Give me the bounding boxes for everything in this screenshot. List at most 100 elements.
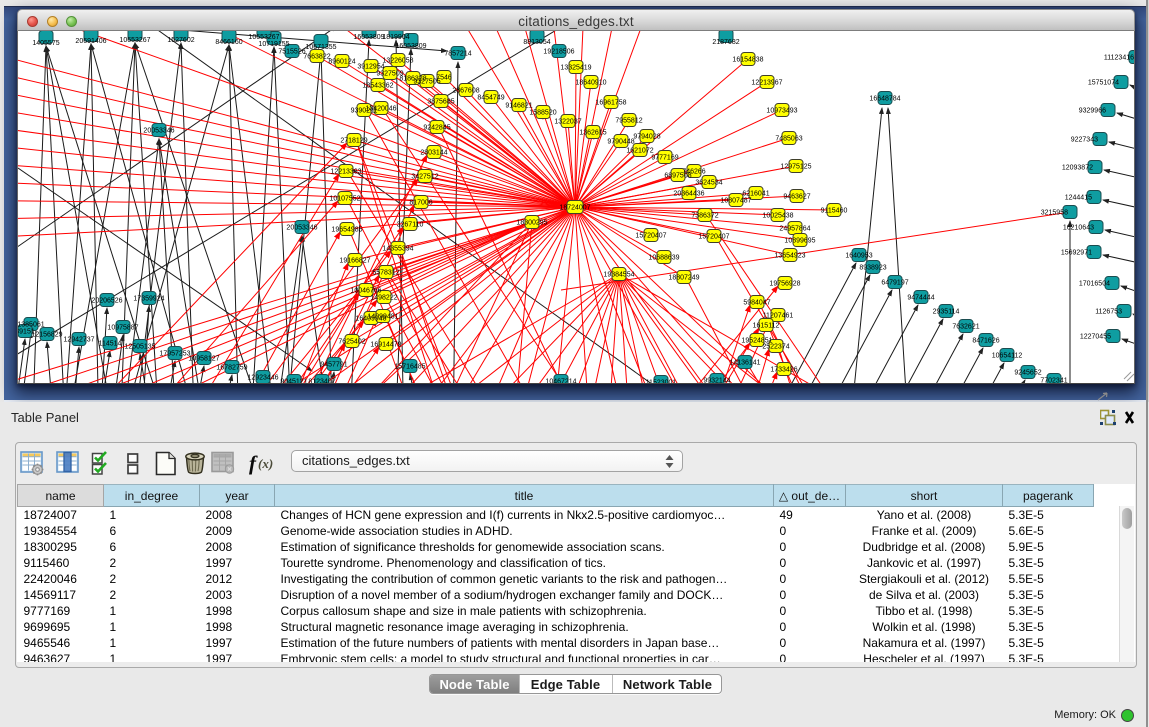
svg-text:2803144: 2803144 [420, 150, 447, 157]
svg-text:16782759: 16782759 [216, 365, 247, 372]
svg-text:14355394: 14355394 [382, 246, 413, 253]
svg-text:1615112: 1615112 [753, 323, 780, 330]
svg-text:10653267: 10653267 [248, 34, 279, 41]
svg-text:14136141: 14136141 [729, 360, 760, 367]
svg-text:3912954: 3912954 [357, 64, 384, 71]
svg-text:10975887: 10975887 [107, 325, 138, 332]
svg-text:12975125: 12975125 [780, 164, 811, 171]
svg-text:12213967: 12213967 [751, 80, 782, 87]
svg-text:1362615: 1362615 [579, 130, 606, 137]
svg-text:7485063: 7485063 [775, 136, 802, 143]
svg-text:10467214: 10467214 [545, 379, 576, 385]
svg-text:10046766: 10046766 [350, 288, 381, 295]
svg-text:16053809: 16053809 [395, 43, 426, 50]
svg-text:12156829: 12156829 [31, 332, 62, 339]
svg-text:114514: 114514 [99, 341, 122, 348]
svg-text:19654985: 19654985 [331, 227, 362, 234]
svg-text:12923446: 12923446 [247, 375, 278, 382]
svg-text:17359924: 17359924 [133, 296, 164, 303]
svg-text:10973493: 10973493 [766, 108, 797, 115]
svg-text:9045121: 9045121 [280, 379, 307, 385]
svg-text:(x): (x) [258, 456, 273, 471]
svg-text:3875685: 3875685 [427, 99, 454, 106]
svg-text:11523001: 11523001 [646, 380, 677, 385]
svg-text:9390211: 9390211 [351, 108, 378, 115]
svg-text:18543362: 18543362 [362, 83, 393, 90]
svg-text:10107552: 10107552 [329, 196, 360, 203]
svg-text:18300295: 18300295 [516, 220, 547, 227]
svg-text:7857214: 7857214 [444, 51, 471, 58]
svg-text:2718129: 2718129 [340, 138, 367, 145]
svg-text:13226058: 13226058 [382, 58, 413, 65]
svg-text:12505135: 12505135 [124, 344, 155, 351]
svg-text:13325419: 13325419 [560, 65, 591, 72]
svg-text:16154838: 16154838 [732, 57, 763, 64]
svg-text:9227343: 9227343 [1071, 137, 1098, 144]
svg-text:9777169: 9777169 [651, 155, 678, 162]
svg-text:12213363: 12213363 [330, 169, 361, 176]
svg-text:10899695: 10899695 [784, 238, 815, 245]
svg-text:1405575: 1405575 [32, 40, 59, 47]
svg-text:746266: 746266 [682, 169, 705, 176]
svg-text:11207461: 11207461 [763, 313, 794, 320]
svg-text:5984047: 5984047 [743, 300, 770, 307]
svg-text:13654923: 13654923 [774, 253, 805, 260]
svg-text:8123407: 8123407 [308, 379, 335, 385]
svg-text:7955812: 7955812 [615, 118, 642, 125]
svg-text:16053809: 16053809 [353, 34, 384, 41]
svg-text:9115460: 9115460 [821, 208, 848, 215]
svg-text:20053346: 20053346 [286, 225, 317, 232]
svg-text:9794028: 9794028 [633, 134, 660, 141]
svg-text:9932144: 9932144 [703, 378, 730, 385]
svg-text:12942737: 12942737 [63, 337, 94, 344]
svg-text:19166827: 19166827 [339, 258, 370, 265]
svg-text:1498222: 1498222 [370, 295, 397, 302]
svg-text:7702341: 7702341 [1040, 378, 1067, 385]
svg-text:10653267: 10653267 [119, 37, 150, 44]
svg-text:17957253: 17957253 [159, 351, 190, 358]
svg-text:3624534: 3624534 [695, 180, 722, 187]
svg-text:15692971: 15692971 [1061, 250, 1092, 257]
svg-text:10719155: 10719155 [258, 41, 289, 48]
svg-text:10671355: 10671355 [305, 44, 336, 51]
svg-text:17016504: 17016504 [1079, 281, 1110, 288]
svg-text:1640953: 1640953 [845, 253, 872, 260]
svg-text:9457791: 9457791 [320, 362, 347, 369]
svg-text:11123416: 11123416 [1104, 55, 1134, 62]
svg-text:9146821: 9146821 [505, 103, 532, 110]
svg-text:7625402: 7625402 [338, 339, 365, 346]
svg-text:19218506: 19218506 [543, 49, 574, 56]
svg-text:1527602: 1527602 [167, 37, 194, 44]
svg-text:7546: 7546 [436, 75, 452, 82]
svg-text:16210643: 16210643 [1063, 225, 1094, 232]
svg-text:18640910: 18640910 [575, 80, 606, 87]
svg-text:15720407: 15720407 [635, 233, 666, 240]
svg-text:7663822: 7663822 [303, 54, 330, 61]
svg-text:19756928: 19756928 [769, 281, 800, 288]
svg-text:18807249: 18807249 [668, 275, 699, 282]
svg-text:7386372: 7386372 [691, 213, 718, 220]
svg-text:2867608: 2867608 [452, 88, 479, 95]
svg-text:10025438: 10025438 [762, 213, 793, 220]
svg-text:9463627: 9463627 [783, 194, 810, 201]
svg-text:15720407: 15720407 [698, 234, 729, 241]
svg-text:15751074: 15751074 [1088, 80, 1119, 87]
svg-text:8938923: 8938923 [859, 265, 886, 272]
svg-text:8454749: 8454749 [477, 95, 504, 102]
svg-text:1126753: 1126753 [1095, 309, 1122, 316]
svg-text:8466160: 8466160 [215, 39, 242, 46]
svg-text:9474444: 9474444 [907, 295, 934, 302]
svg-text:10688639: 10688639 [648, 255, 679, 262]
svg-text:f: f [249, 451, 258, 475]
svg-text:8960124: 8960124 [328, 59, 355, 66]
svg-text:7515526: 7515526 [278, 49, 305, 56]
svg-text:1819904: 1819904 [382, 34, 409, 41]
svg-text:5578312: 5578312 [372, 270, 399, 277]
svg-text:20053346: 20053346 [143, 128, 174, 135]
svg-text:1588520: 1588520 [529, 110, 556, 117]
svg-text:8471626: 8471626 [972, 338, 999, 345]
svg-text:14099481: 14099481 [367, 314, 398, 321]
svg-text:1322037: 1322037 [554, 119, 581, 126]
svg-text:2187682: 2187682 [712, 39, 739, 46]
svg-text:3427512: 3427512 [411, 174, 438, 181]
